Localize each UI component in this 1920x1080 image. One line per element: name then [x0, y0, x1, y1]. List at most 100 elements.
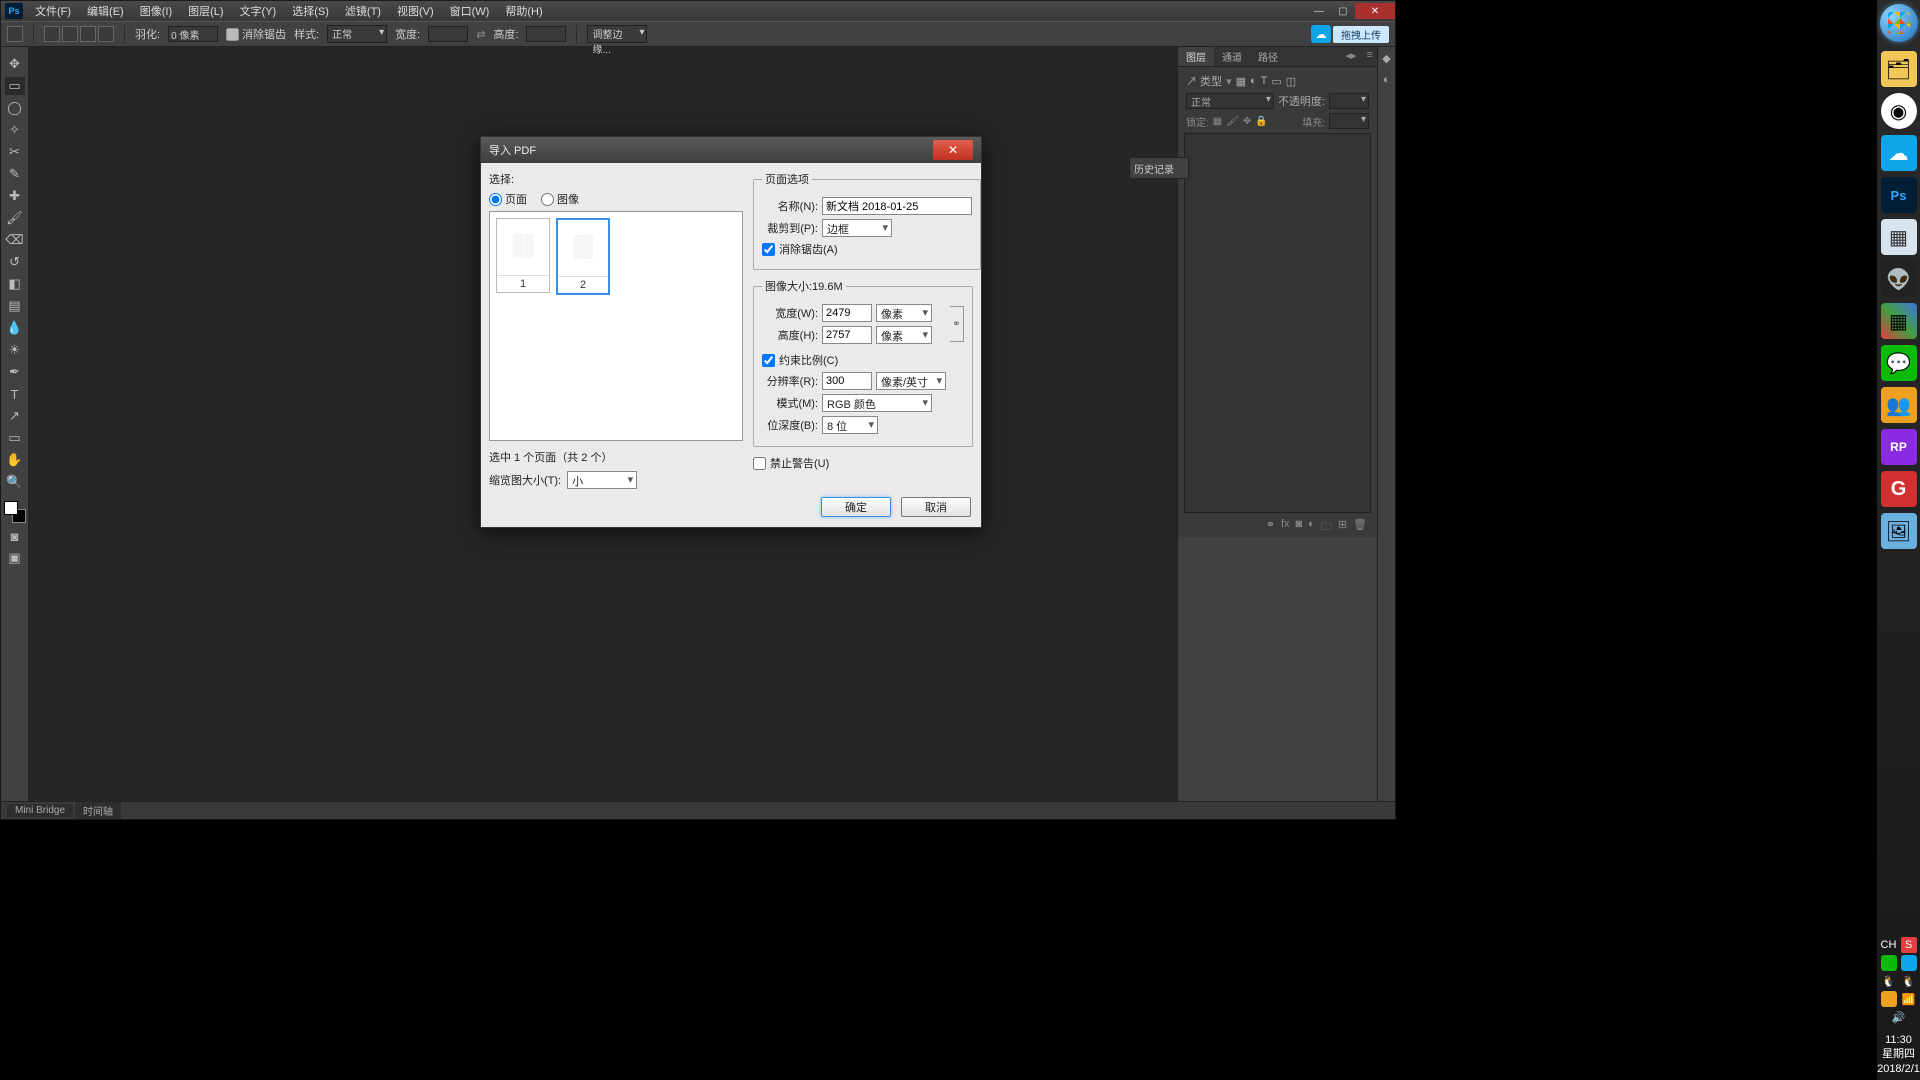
- opacity-input[interactable]: [1329, 93, 1369, 109]
- blur-tool-icon[interactable]: 💧: [5, 319, 25, 337]
- constrain-checkbox[interactable]: [762, 354, 775, 367]
- ok-button[interactable]: 确定: [821, 497, 891, 517]
- height-unit-select[interactable]: 像素: [876, 326, 932, 344]
- feather-input[interactable]: 0 像素: [168, 26, 218, 42]
- filter-type-icon[interactable]: T: [1261, 75, 1268, 87]
- pdf-page-thumb-2[interactable]: ░░░░░░░░░░░░ 2: [556, 218, 610, 295]
- gradient-tool-icon[interactable]: ▤: [5, 297, 25, 315]
- mode-select[interactable]: RGB 颜色: [822, 394, 932, 412]
- blocks-icon[interactable]: ▦: [1881, 303, 1917, 339]
- menu-file[interactable]: 文件(F): [27, 1, 79, 21]
- lasso-tool-icon[interactable]: ◯: [5, 99, 25, 117]
- radio-image[interactable]: 图像: [541, 191, 579, 207]
- history-panel-tab[interactable]: 历史记录: [1129, 157, 1189, 179]
- chrome-icon[interactable]: ◉: [1881, 93, 1917, 129]
- sel-int-icon[interactable]: [98, 26, 114, 42]
- tray-network-icon[interactable]: 📶: [1901, 991, 1917, 1007]
- suppress-checkbox[interactable]: [753, 457, 766, 470]
- eraser-tool-icon[interactable]: ◧: [5, 275, 25, 293]
- zoom-tool-icon[interactable]: 🔍: [5, 473, 25, 491]
- sel-add-icon[interactable]: [62, 26, 78, 42]
- brush-tool-icon[interactable]: 🖌: [5, 209, 25, 227]
- depth-select[interactable]: 8 位: [822, 416, 878, 434]
- lock-all-icon[interactable]: 🔒: [1255, 116, 1267, 127]
- delete-layer-icon[interactable]: 🗑: [1353, 518, 1367, 530]
- layer-list[interactable]: [1184, 133, 1371, 513]
- move-tool-icon[interactable]: ✥: [5, 55, 25, 73]
- photo-viewer-icon[interactable]: 🖼: [1881, 513, 1917, 549]
- sel-new-icon[interactable]: [44, 26, 60, 42]
- tray-volume-icon[interactable]: 🔊: [1891, 1009, 1907, 1025]
- type-tool-icon[interactable]: T: [5, 385, 25, 403]
- screenmode-icon[interactable]: ▣: [5, 549, 25, 567]
- width-input[interactable]: [822, 304, 872, 322]
- history-brush-icon[interactable]: ↺: [5, 253, 25, 271]
- group-icon[interactable]: 🗀: [1321, 518, 1332, 530]
- maximize-button[interactable]: ▢: [1331, 3, 1355, 19]
- menu-filter[interactable]: 滤镜(T): [337, 1, 389, 21]
- heal-tool-icon[interactable]: ✚: [5, 187, 25, 205]
- pen-tool-icon[interactable]: ✒: [5, 363, 25, 381]
- stamp-tool-icon[interactable]: ⌫: [5, 231, 25, 249]
- mask-icon[interactable]: ◙: [1296, 518, 1303, 530]
- strip-adjust-icon[interactable]: ◐: [1380, 73, 1394, 87]
- strip-layers-icon[interactable]: ◆: [1380, 51, 1394, 65]
- blend-mode-select[interactable]: 正常: [1186, 93, 1274, 109]
- fx-icon[interactable]: fx: [1281, 518, 1290, 530]
- fill-input[interactable]: [1329, 113, 1369, 129]
- panel-menu-icon[interactable]: ≡: [1363, 47, 1377, 66]
- tool-preset-icon[interactable]: [7, 26, 23, 42]
- qq-group-icon[interactable]: 👥: [1881, 387, 1917, 423]
- res-unit-select[interactable]: 像素/英寸: [876, 372, 946, 390]
- panel-collapse-icon[interactable]: ◂▸: [1340, 47, 1363, 66]
- hand-tool-icon[interactable]: ✋: [5, 451, 25, 469]
- style-select[interactable]: 正常: [327, 25, 387, 43]
- menu-select[interactable]: 选择(S): [284, 1, 337, 21]
- dodge-tool-icon[interactable]: ☀: [5, 341, 25, 359]
- ime-icon[interactable]: S: [1901, 937, 1917, 953]
- cloud-app-icon[interactable]: ☁: [1881, 135, 1917, 171]
- shape-tool-icon[interactable]: ▭: [5, 429, 25, 447]
- menu-type[interactable]: 文字(Y): [232, 1, 285, 21]
- minimize-button[interactable]: —: [1307, 3, 1331, 19]
- explorer-icon[interactable]: 🗂: [1881, 51, 1917, 87]
- tray-qq2-icon[interactable]: 🐧: [1901, 973, 1917, 989]
- swap-wh-icon[interactable]: ⇄: [476, 28, 485, 41]
- menu-image[interactable]: 图像(I): [132, 1, 180, 21]
- antialias-checkbox[interactable]: [762, 243, 775, 256]
- minibridge-tab[interactable]: Mini Bridge: [7, 804, 73, 817]
- tray-qq1-icon[interactable]: 🐧: [1881, 973, 1897, 989]
- marquee-tool-icon[interactable]: ▭: [5, 77, 25, 95]
- name-input[interactable]: [822, 197, 972, 215]
- filter-pixel-icon[interactable]: ▦: [1236, 75, 1246, 88]
- lang-indicator[interactable]: CH: [1881, 937, 1897, 953]
- wand-tool-icon[interactable]: ✧: [5, 121, 25, 139]
- calculator-icon[interactable]: ▦: [1881, 219, 1917, 255]
- height-input[interactable]: [822, 326, 872, 344]
- fg-bg-color[interactable]: [4, 501, 26, 523]
- tab-paths[interactable]: 路径: [1250, 47, 1286, 66]
- menu-view[interactable]: 视图(V): [389, 1, 442, 21]
- thumbsize-select[interactable]: 小: [567, 471, 637, 489]
- lock-paint-icon[interactable]: 🖌: [1226, 116, 1239, 127]
- timeline-tab[interactable]: 时间轴: [75, 802, 121, 819]
- axure-icon[interactable]: RP: [1881, 429, 1917, 465]
- thumbnail-list[interactable]: ░░░░░░░░░░░░ 1 ░░░░░░░░░░░░ 2: [489, 211, 743, 441]
- tray-wechat-icon[interactable]: [1881, 955, 1897, 971]
- filter-adj-icon[interactable]: ◐: [1250, 75, 1257, 87]
- alien-icon[interactable]: 👽: [1881, 261, 1917, 297]
- path-tool-icon[interactable]: ↗: [5, 407, 25, 425]
- link-layers-icon[interactable]: ⚭: [1266, 518, 1275, 530]
- radio-page[interactable]: 页面: [489, 191, 527, 207]
- crop-tool-icon[interactable]: ✂: [5, 143, 25, 161]
- quickmask-icon[interactable]: ◙: [5, 527, 25, 545]
- cancel-button[interactable]: 取消: [901, 497, 971, 517]
- tab-channels[interactable]: 通道: [1214, 47, 1250, 66]
- menu-help[interactable]: 帮助(H): [497, 1, 550, 21]
- pdf-page-thumb-1[interactable]: ░░░░░░░░░░░░ 1: [496, 218, 550, 293]
- filter-shape-icon[interactable]: ▭: [1271, 75, 1281, 88]
- sel-sub-icon[interactable]: [80, 26, 96, 42]
- tab-layers[interactable]: 图层: [1178, 47, 1214, 66]
- adjustment-icon[interactable]: ◐: [1308, 518, 1315, 530]
- menu-window[interactable]: 窗口(W): [442, 1, 498, 21]
